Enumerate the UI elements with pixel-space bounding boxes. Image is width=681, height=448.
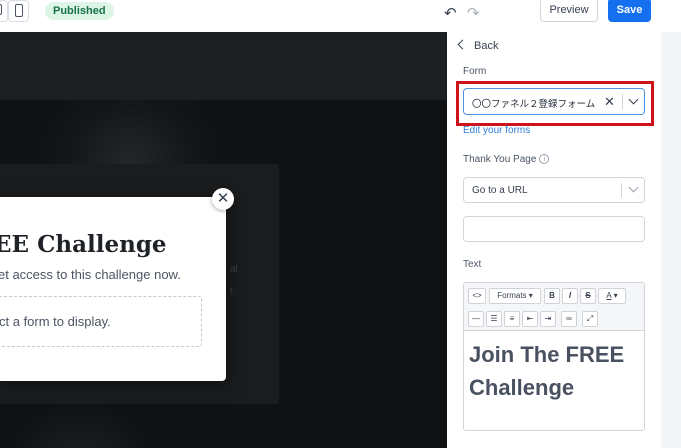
editor-canvas[interactable]: al t EE Challenge et access to this chal… [0, 32, 447, 448]
chevron-down-icon[interactable] [628, 182, 639, 193]
back-label: Back [474, 40, 499, 52]
link-button[interactable]: ∞ [561, 311, 577, 327]
numbered-list-button[interactable]: ≡ [504, 311, 520, 327]
outdent-icon: ⇤ [526, 314, 534, 323]
popup-title: EE Challenge [0, 231, 167, 258]
desktop-icon [0, 4, 2, 15]
popup-modal: EE Challenge et access to this challenge… [0, 197, 226, 381]
settings-panel: Back Form 〇〇ファネル２登録フォーム ✕ Edit your form… [447, 32, 661, 448]
form-select-value: 〇〇ファネル２登録フォーム [472, 99, 596, 110]
clear-icon[interactable]: ✕ [604, 94, 615, 110]
edit-forms-link[interactable]: Edit your forms [463, 125, 530, 136]
chevron-left-icon [457, 39, 468, 50]
minus-icon: — [472, 314, 480, 323]
preview-button[interactable]: Preview [540, 0, 598, 22]
redo-icon[interactable]: ↷ [467, 4, 480, 22]
top-bar: Published ↶ ↷ Preview Save [0, 0, 681, 32]
form-placeholder-text: ct a form to display. [0, 314, 111, 329]
back-button[interactable]: Back [457, 39, 499, 52]
panel-scrollbar[interactable] [661, 32, 681, 448]
thank-you-page-label: Thank You Page i [463, 154, 550, 165]
chevron-down-icon[interactable] [628, 94, 639, 105]
source-code-button[interactable]: <> [468, 288, 486, 304]
form-placeholder[interactable]: ct a form to display. [0, 296, 202, 347]
status-badge: Published [45, 2, 114, 20]
info-icon[interactable]: i [539, 154, 550, 165]
bullet-list-button[interactable]: ☰ [486, 311, 502, 327]
italic-button[interactable]: I [562, 288, 578, 304]
link-icon: ∞ [566, 314, 572, 323]
caret-down-icon: ▾ [528, 291, 533, 300]
strikethrough-button[interactable]: S [580, 288, 596, 304]
text-label: Text [463, 259, 482, 270]
bullet-list-icon: ☰ [490, 314, 498, 323]
undo-icon[interactable]: ↶ [444, 4, 457, 22]
font-color-icon: A [606, 291, 612, 300]
bold-button[interactable]: B [544, 288, 560, 304]
mobile-icon [15, 4, 23, 17]
form-label: Form [463, 66, 487, 77]
form-select[interactable]: 〇〇ファネル２登録フォーム ✕ [463, 88, 645, 115]
numbered-list-icon: ≡ [509, 314, 515, 323]
outdent-button[interactable]: ⇤ [522, 311, 538, 327]
formats-label: Formats [497, 291, 527, 300]
url-input[interactable] [463, 216, 645, 242]
close-icon[interactable]: ✕ [212, 188, 234, 210]
obscured-text: t [230, 286, 233, 297]
font-color-button[interactable]: A ▾ [598, 288, 626, 304]
thank-you-page-label-text: Thank You Page [463, 154, 537, 165]
desktop-view-button[interactable] [0, 0, 8, 22]
editor-content[interactable]: Join The FREE Challenge [469, 338, 643, 404]
obscured-text: al [230, 264, 238, 275]
indent-button[interactable]: ⇥ [540, 311, 556, 327]
fullscreen-icon: ⤢ [586, 314, 594, 323]
formats-dropdown[interactable]: Formats ▾ [489, 288, 541, 304]
rich-text-editor[interactable]: <> Formats ▾ B I S A ▾ — ☰ ≡ ⇤ ⇥ ∞ ⤢ Joi… [463, 282, 645, 431]
select-divider [621, 183, 622, 198]
thank-you-page-value: Go to a URL [472, 185, 528, 196]
mobile-view-button[interactable] [8, 0, 29, 22]
save-button[interactable]: Save [608, 0, 651, 22]
indent-icon: ⇥ [544, 314, 552, 323]
caret-down-icon: ▾ [613, 291, 618, 300]
canvas-header-section [0, 32, 447, 100]
popup-subtitle: et access to this challenge now. [0, 267, 181, 282]
editor-toolbar: <> Formats ▾ B I S A ▾ — ☰ ≡ ⇤ ⇥ ∞ ⤢ [464, 283, 644, 331]
thank-you-page-select[interactable]: Go to a URL [463, 177, 645, 203]
horizontal-rule-button[interactable]: — [468, 311, 484, 327]
fullscreen-button[interactable]: ⤢ [582, 311, 598, 327]
select-divider [622, 94, 623, 110]
